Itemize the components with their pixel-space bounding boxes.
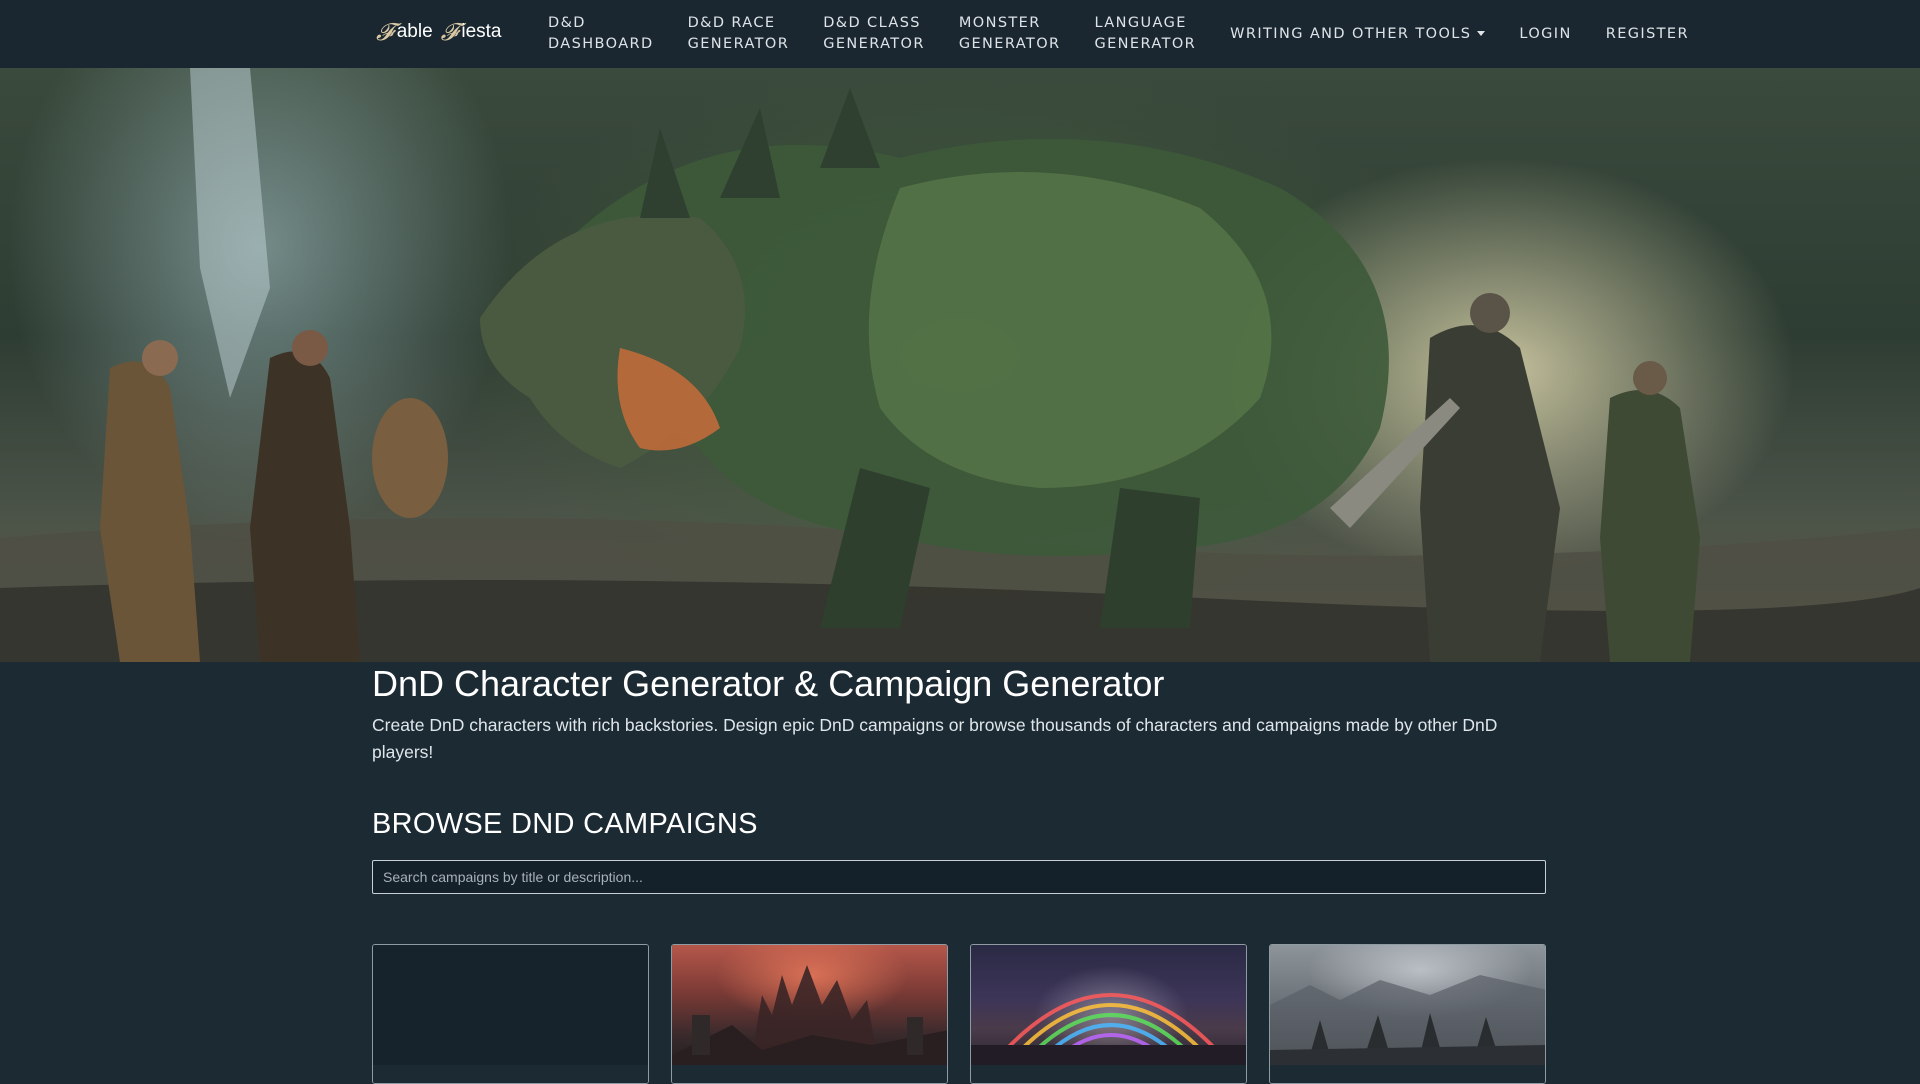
brand-f-glyph: 𝓕 — [376, 18, 394, 46]
campaign-card-footer — [1270, 1065, 1545, 1083]
campaign-card[interactable] — [1269, 944, 1546, 1084]
brand-logo[interactable]: 𝓕 able 𝓕 iesta — [376, 20, 510, 44]
grey-warriors-illustration — [1270, 975, 1545, 1065]
campaign-card-footer — [672, 1065, 947, 1083]
top-navbar: 𝓕 able 𝓕 iesta D&D DASHBOARD D&D RACE GE… — [0, 0, 1920, 68]
campaign-cards-grid — [372, 944, 1548, 1084]
nav-writing-tools-dropdown[interactable]: WRITING AND OTHER TOOLS — [1230, 24, 1486, 45]
nav-dnd-class-generator[interactable]: D&D CLASS GENERATOR — [823, 13, 925, 55]
nav-language-generator[interactable]: LANGUAGE GENERATOR — [1094, 13, 1196, 55]
page-description: Create DnD characters with rich backstor… — [372, 715, 1498, 762]
campaign-card[interactable] — [671, 944, 948, 1084]
red-castle-illustration — [672, 965, 947, 1065]
nav-writing-tools-label: WRITING AND OTHER TOOLS — [1230, 25, 1472, 42]
campaign-search-input[interactable] — [372, 860, 1546, 894]
campaign-card-footer — [971, 1065, 1246, 1083]
page-title: DnD Character Generator & Campaign Gener… — [372, 663, 1165, 704]
nav-register[interactable]: REGISTER — [1606, 24, 1689, 45]
hero-illustration — [0, 68, 1920, 662]
campaign-card[interactable] — [372, 944, 649, 1084]
campaign-card-thumbnail — [373, 945, 648, 1065]
hero-banner-image — [0, 68, 1920, 662]
brand-f-glyph-2: 𝓕 — [440, 18, 459, 46]
nav-dnd-race-generator[interactable]: D&D RACE GENERATOR — [688, 13, 790, 55]
caret-down-icon — [1477, 31, 1486, 36]
rainbow-battle-illustration — [971, 993, 1246, 1065]
campaign-card-thumbnail — [1270, 945, 1545, 1065]
campaign-card[interactable] — [970, 944, 1247, 1084]
brand-word-iesta: iesta — [461, 21, 502, 42]
brand-word-able: able — [396, 21, 433, 42]
campaign-card-thumbnail — [971, 945, 1246, 1065]
browse-campaigns-heading: BROWSE DND CAMPAIGNS — [372, 808, 758, 840]
nav-login[interactable]: LOGIN — [1519, 24, 1571, 45]
campaign-card-thumbnail — [672, 945, 947, 1065]
campaign-card-footer — [373, 1065, 648, 1083]
nav-dnd-dashboard[interactable]: D&D DASHBOARD — [548, 13, 654, 55]
nav-items: D&D DASHBOARD D&D RACE GENERATOR D&D CLA… — [548, 0, 1723, 68]
nav-monster-generator[interactable]: MONSTER GENERATOR — [959, 13, 1061, 55]
